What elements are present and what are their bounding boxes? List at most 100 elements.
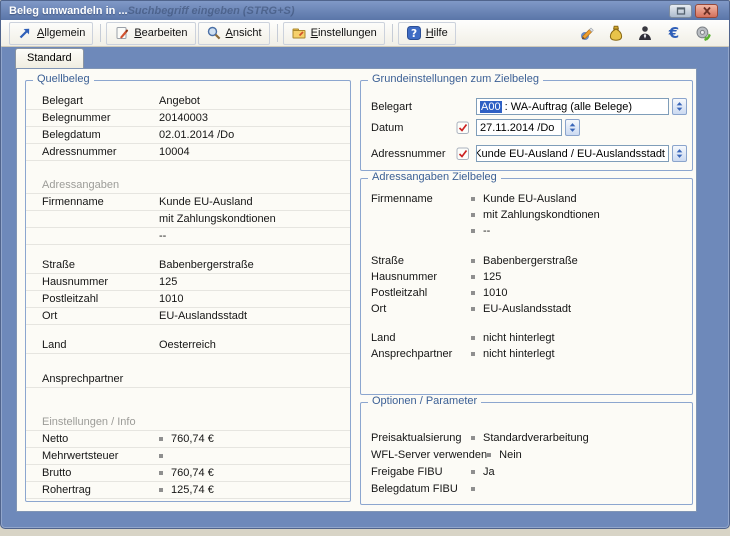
checkbox-slot — [456, 147, 471, 161]
search-hint-text: Suchbegriff eingeben (STRG+S) — [128, 5, 295, 17]
window-title: Beleg umwandeln in ... — [1, 5, 128, 17]
belegart-label: Belegart — [371, 101, 456, 113]
value-text: -- — [483, 225, 490, 237]
value-text: Babenbergerstraße — [483, 255, 578, 267]
content-area: Standard Quellbeleg BelegartAngebotBeleg… — [2, 48, 728, 527]
belegart-combobox[interactable]: A00 : WA-Auftrag (alle Belege) — [476, 98, 669, 115]
field-row: Rohertrag125,74 € — [26, 482, 350, 499]
folder-tools-icon — [291, 25, 307, 41]
field-value: 1010 — [159, 293, 340, 305]
value-text: Kunde EU-Ausland — [483, 193, 577, 205]
groupbox-adressangaben-zielbeleg: Adressangaben Zielbeleg FirmennameKunde … — [360, 178, 693, 395]
value-text: Babenbergerstraße — [159, 259, 254, 271]
field-row: Belegdatum FIBU — [361, 480, 692, 497]
field-value: Kunde EU-Ausland — [471, 193, 684, 205]
bullet-icon — [471, 275, 475, 279]
adressnummer-label: Adressnummer — [371, 148, 456, 160]
menu-hilfe[interactable]: ? Hilfe — [398, 22, 456, 45]
field-row: Hausnummer125 — [26, 274, 350, 291]
value-text: 20140003 — [159, 112, 208, 124]
datum-label: Datum — [371, 122, 456, 134]
magnifier-icon — [206, 25, 222, 41]
bullet-icon — [159, 454, 163, 458]
field-label: Belegdatum FIBU — [371, 483, 471, 495]
row-spacer — [361, 317, 692, 330]
field-row: Belegnummer20140003 — [26, 110, 350, 127]
menu-bearbeiten[interactable]: Bearbeiten — [106, 22, 195, 45]
bullet-icon — [159, 437, 163, 441]
menu-ansicht[interactable]: Ansicht — [198, 22, 270, 45]
toolbar-separator — [392, 24, 393, 42]
arrow-ne-icon — [17, 25, 33, 41]
maximize-button[interactable] — [669, 4, 692, 18]
field-value: 20140003 — [159, 112, 340, 124]
field-label: Straße — [42, 259, 159, 271]
field-row: FirmennameKunde EU-Ausland — [26, 194, 350, 211]
value-text: -- — [159, 230, 166, 242]
menu-label: Allgemein — [37, 27, 85, 39]
field-value: nicht hinterlegt — [471, 332, 684, 344]
bullet-icon — [471, 259, 475, 263]
close-button[interactable] — [695, 4, 718, 18]
datum-check-icon[interactable] — [456, 121, 470, 135]
row-spacer — [26, 388, 350, 414]
bullet-icon — [471, 352, 475, 356]
tab-standard[interactable]: Standard — [15, 48, 84, 69]
field-label: Hausnummer — [42, 276, 159, 288]
groupbox-grundeinstellungen: Grundeinstellungen zum Zielbeleg Belegar… — [360, 80, 693, 171]
euro-icon[interactable]: € — [665, 24, 683, 42]
field-row: WFL-Server verwendenNein — [361, 446, 692, 463]
adressangaben-rows: FirmennameKunde EU-Auslandmit Zahlungsko… — [361, 179, 692, 362]
value-text: 10004 — [159, 146, 190, 158]
field-row: StraßeBabenbergerstraße — [361, 253, 692, 269]
adressnummer-combobox[interactable]: 10004: Kunde EU-Ausland / EU-Auslandssta… — [476, 145, 669, 162]
value-text: EU-Auslandsstadt — [159, 310, 247, 322]
adressnummer-check-icon[interactable] — [456, 147, 470, 161]
adressnummer-spinner-button[interactable] — [672, 145, 687, 162]
close-icon — [701, 6, 713, 16]
money-bag-icon[interactable] — [607, 24, 625, 42]
optionen-rows: PreisaktualsierungStandardverarbeitungWF… — [361, 403, 692, 497]
quellbeleg-rows: BelegartAngebotBelegnummer20140003Belegd… — [26, 81, 350, 499]
field-row: LandOesterreich — [26, 337, 350, 354]
menu-label: Hilfe — [426, 27, 448, 39]
gear-icon[interactable] — [694, 24, 712, 42]
value-text: Nein — [499, 449, 522, 461]
maximize-icon — [675, 6, 687, 16]
menu-einstellungen[interactable]: Einstellungen — [283, 22, 385, 45]
bullet-icon — [471, 291, 475, 295]
value-text: 125,74 € — [171, 484, 214, 496]
titlebar[interactable]: Beleg umwandeln in ... Suchbegriff einge… — [1, 1, 729, 20]
datum-combobox[interactable]: 27.11.2014 /Do — [476, 119, 562, 136]
value-text: Ja — [483, 466, 495, 478]
svg-text:€: € — [668, 24, 679, 42]
field-value — [471, 487, 684, 491]
spinner-arrows-icon — [675, 148, 684, 159]
field-row: PreisaktualsierungStandardverarbeitung — [361, 429, 692, 446]
adressnummer-form-row: Adressnummer 10004: Kunde EU-Ausland / E… — [361, 145, 692, 162]
field-label: Belegart — [42, 95, 159, 107]
field-value: -- — [471, 225, 684, 237]
person-icon[interactable] — [636, 24, 654, 42]
field-value: 760,74 € — [159, 467, 340, 479]
field-row: Belegdatum02.01.2014 /Do — [26, 127, 350, 144]
field-value: EU-Auslandsstadt — [471, 303, 684, 315]
field-label: Ort — [42, 310, 159, 322]
datum-spinner-button[interactable] — [565, 119, 580, 136]
menu-allgemein[interactable]: Allgemein — [9, 22, 93, 45]
adressnummer-value: 10004: Kunde EU-Ausland / EU-Auslandssta… — [476, 148, 665, 160]
field-label: Adressnummer — [42, 146, 159, 158]
field-value: 125,74 € — [159, 484, 340, 496]
value-text: EU-Auslandsstadt — [483, 303, 571, 315]
field-label: Postleitzahl — [42, 293, 159, 305]
belegart-spinner-button[interactable] — [672, 98, 687, 115]
section-header-row: Adressangaben — [26, 177, 350, 194]
bullet-icon — [471, 213, 475, 217]
pencil-icon[interactable] — [578, 24, 596, 42]
field-row: Adressnummer10004 — [26, 144, 350, 161]
datum-value: 27.11.2014 /Do — [480, 122, 554, 134]
field-value: Ja — [471, 466, 684, 478]
help-icon: ? — [406, 25, 422, 41]
value-text: mit Zahlungskondtionen — [159, 213, 276, 225]
bullet-icon — [471, 487, 475, 491]
